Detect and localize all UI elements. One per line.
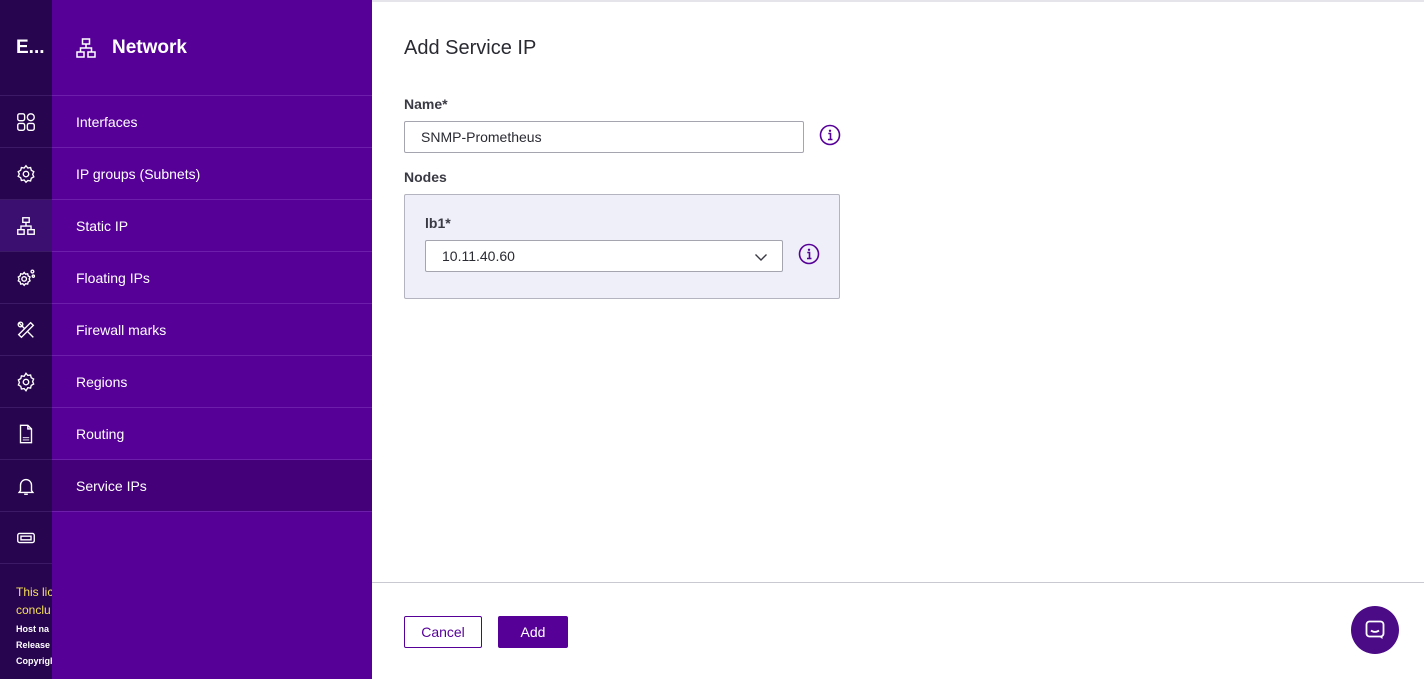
node-lb1-ip-select[interactable]: 10.11.40.60 (425, 240, 783, 272)
gear-nodes-icon (17, 269, 36, 286)
page-title: Add Service IP (404, 37, 537, 59)
chevron-down-icon (755, 254, 767, 261)
network-icon (17, 216, 35, 235)
top-divider (372, 0, 1424, 2)
grid-icon (17, 112, 35, 131)
info-icon (819, 124, 841, 146)
name-label: Name* (404, 96, 448, 112)
rail-item-services[interactable] (0, 252, 52, 304)
release-line: Release (16, 640, 51, 650)
node-lb1-selected-value: 10.11.40.60 (442, 248, 515, 264)
nodes-label: Nodes (404, 169, 447, 185)
rail-item-dashboard[interactable] (0, 96, 52, 148)
rail-item-tools[interactable] (0, 304, 52, 356)
rail-item-logs[interactable] (0, 408, 52, 460)
bell-icon (17, 478, 35, 495)
log-file-icon (19, 424, 33, 443)
subnav-item-ip-groups[interactable]: IP groups (Subnets) (52, 148, 372, 200)
chat-icon (1365, 620, 1385, 639)
network-icon (76, 37, 96, 58)
subnav-item-firewall-marks[interactable]: Firewall marks (52, 304, 372, 356)
rail-item-network[interactable] (0, 200, 52, 252)
ticket-icon (17, 532, 35, 543)
subnav-item-floating-ips[interactable]: Floating IPs (52, 252, 372, 304)
subnav-item-static-ip[interactable]: Static IP (52, 200, 372, 252)
rail-item-settings[interactable] (0, 356, 52, 408)
license-footer: This lic conclu Host na Release Copyrigh (16, 583, 52, 667)
license-warning-line: conclu (16, 603, 51, 617)
info-icon (798, 243, 820, 265)
license-warning-line: This lic (16, 585, 52, 599)
rail-item-alerts[interactable] (0, 460, 52, 512)
host-name-line: Host na (16, 624, 50, 634)
subnav-title: Network (112, 36, 187, 58)
nodes-panel: lb1* 10.11.40.60 (404, 194, 840, 299)
settings-cluster-icon (17, 164, 35, 183)
brand-abbrev[interactable]: E... (0, 0, 52, 96)
tools-icon (17, 321, 35, 338)
gear-icon (17, 371, 35, 392)
subnav-item-regions[interactable]: Regions (52, 356, 372, 408)
add-button[interactable]: Add (498, 616, 568, 648)
name-info-icon[interactable] (819, 124, 841, 146)
network-subnav: Network Interfaces IP groups (Subnets) S… (52, 0, 372, 679)
footer-divider (372, 582, 1424, 583)
main-panel: Add Service IP Name* Nodes lb1* 10.11.40… (372, 0, 1424, 679)
copyright-line: Copyrigh (16, 656, 52, 666)
subnav-header: Network (52, 0, 372, 96)
node-lb1-label: lb1* (425, 215, 451, 231)
subnav-item-service-ips[interactable]: Service IPs (52, 460, 372, 512)
cancel-button[interactable]: Cancel (404, 616, 482, 648)
rail-item-support[interactable] (0, 512, 52, 564)
icon-rail: E... This lic conclu Host na Release Cop… (0, 0, 52, 679)
subnav-item-interfaces[interactable]: Interfaces (52, 96, 372, 148)
node-info-icon[interactable] (798, 243, 820, 265)
chat-launcher-button[interactable] (1351, 606, 1399, 654)
name-input[interactable] (404, 121, 804, 153)
subnav-item-routing[interactable]: Routing (52, 408, 372, 460)
rail-item-cluster[interactable] (0, 148, 52, 200)
